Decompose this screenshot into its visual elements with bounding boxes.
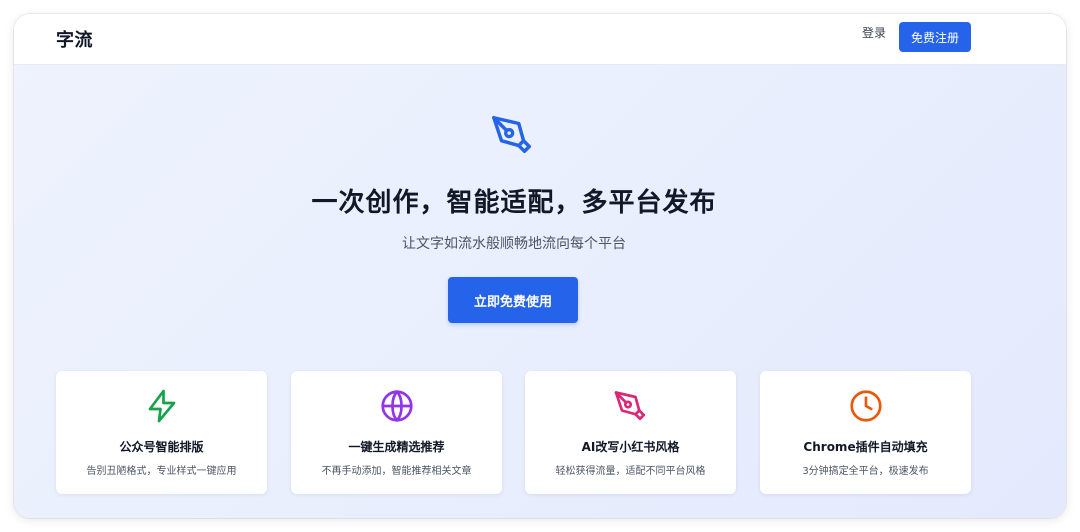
globe-icon (380, 389, 413, 423)
login-link[interactable]: 登录 (862, 24, 886, 41)
feature-title: 一键生成精选推荐 (348, 440, 445, 454)
top-navbar: 字流 登录 免费注册 (14, 14, 1066, 65)
feature-desc: 3分钟搞定全平台，极速发布 (802, 466, 929, 477)
hero-subtitle: 让文字如流水般顺畅地流向每个平台 (402, 236, 626, 252)
feature-title: 公众号智能排版 (119, 440, 204, 454)
feature-desc: 告别丑陋格式，专业样式一键应用 (86, 466, 237, 477)
feature-card-xiaohongshu[interactable]: AI改写小红书风格 轻松获得流量，适配不同平台风格 (525, 371, 736, 494)
lightning-icon (148, 389, 175, 423)
feature-card-recommend[interactable]: 一键生成精选推荐 不再手动添加，智能推荐相关文章 (291, 371, 502, 494)
logo[interactable]: 字流 (56, 26, 93, 52)
feature-card-chrome-plugin[interactable]: Chrome插件自动填充 3分钟搞定全平台，极速发布 (760, 371, 971, 494)
start-free-button[interactable]: 立即免费使用 (448, 277, 578, 323)
hero-title: 一次创作，智能适配，多平台发布 (311, 188, 717, 218)
feature-title: Chrome插件自动填充 (803, 440, 928, 454)
signup-button[interactable]: 免费注册 (899, 22, 971, 52)
feature-desc: 不再手动添加，智能推荐相关文章 (321, 466, 472, 477)
feature-card-wechat-layout[interactable]: 公众号智能排版 告别丑陋格式，专业样式一键应用 (56, 371, 267, 494)
pen-nib-icon (614, 391, 645, 421)
app-window: 字流 登录 免费注册 一次创作，智能适配，多平台发布 让文字如流水般顺畅地流向每… (14, 14, 1066, 518)
feature-title: AI改写小红书风格 (581, 440, 680, 454)
clock-icon (849, 390, 882, 422)
pen-nib-icon (492, 116, 532, 154)
feature-desc: 轻松获得流量，适配不同平台风格 (555, 466, 706, 477)
